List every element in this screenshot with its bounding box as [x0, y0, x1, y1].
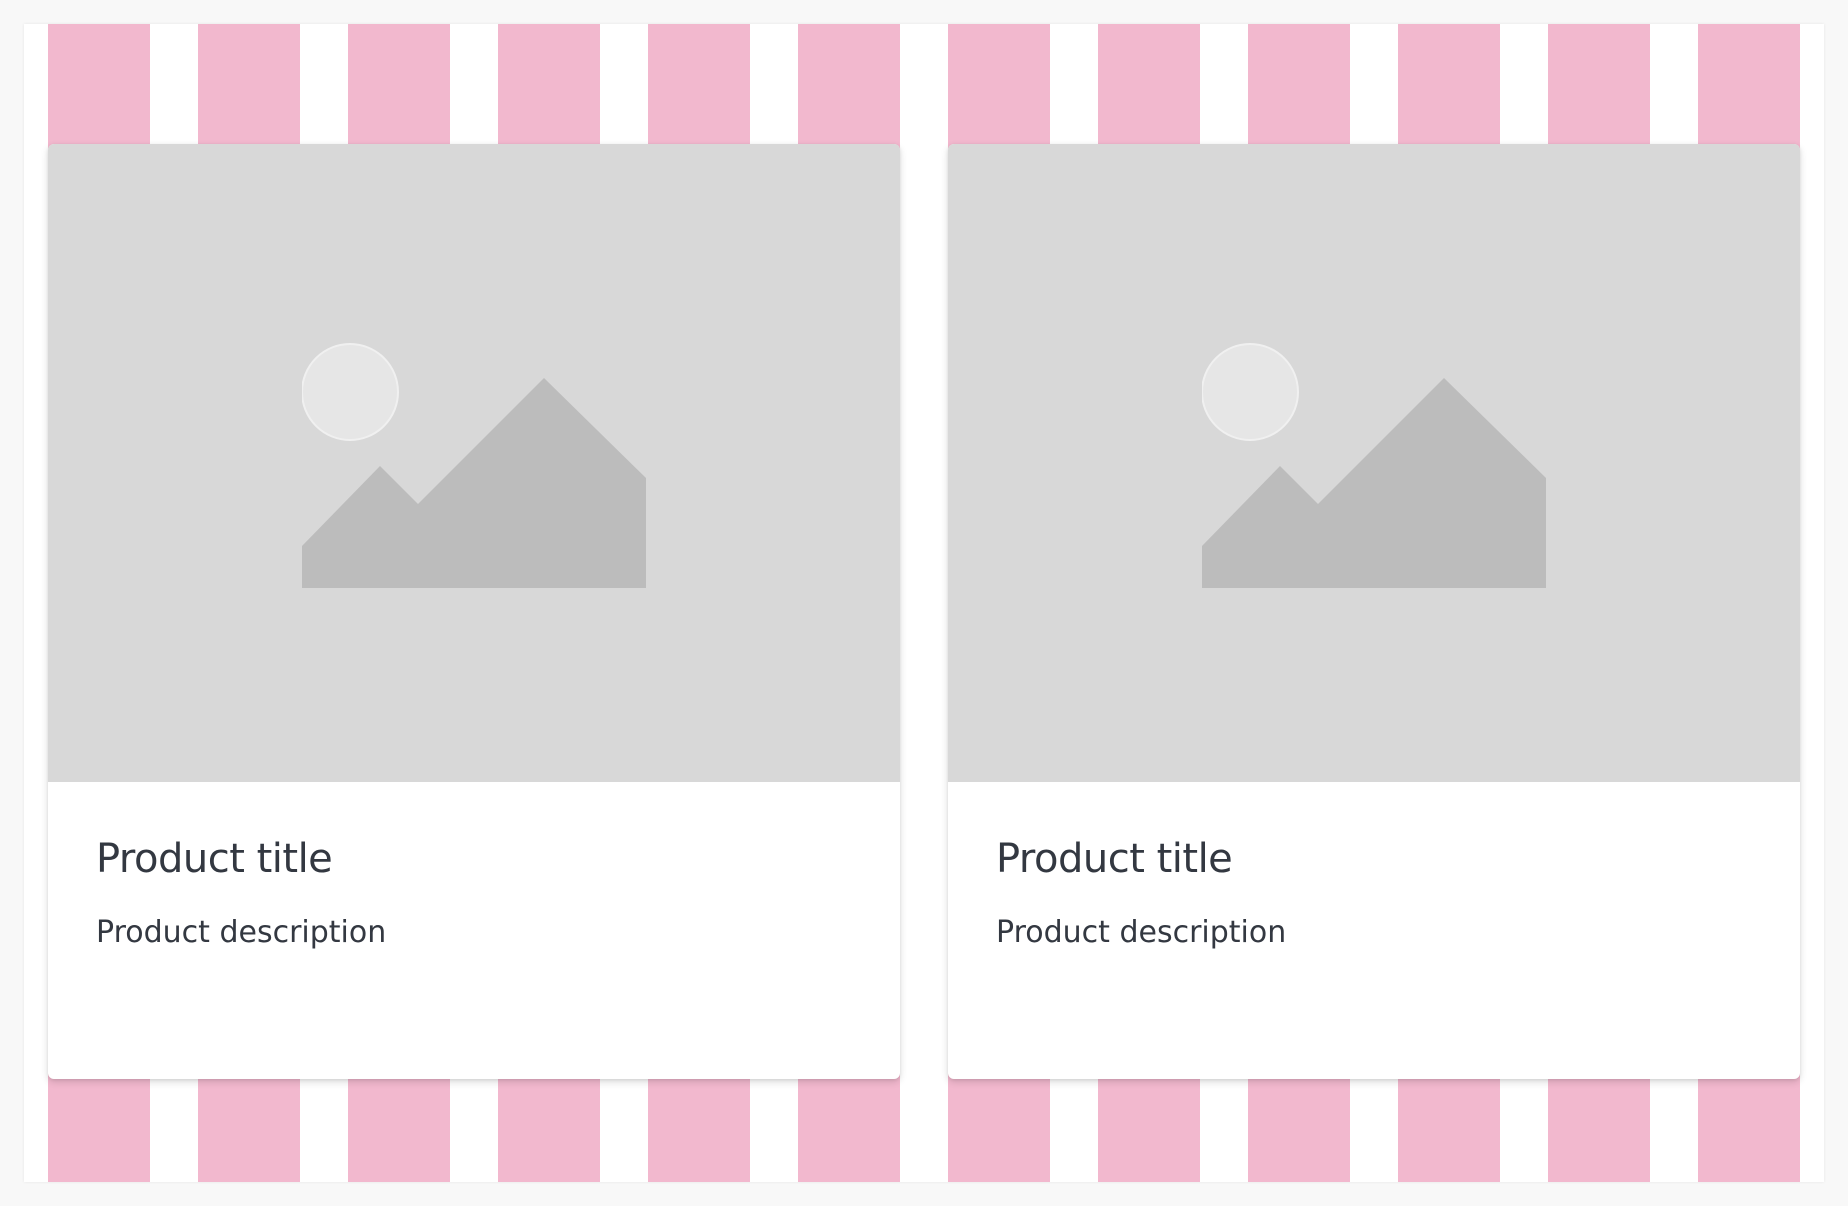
product-card-body: Product title Product description [948, 782, 1800, 1079]
product-description: Product description [996, 915, 1287, 950]
layout-preview-frame: Product title Product description Produc… [24, 24, 1824, 1182]
product-card-body: Product title Product description [48, 782, 900, 1079]
product-card[interactable]: Product title Product description [948, 144, 1800, 1079]
grid-gutter [900, 24, 948, 1182]
product-card[interactable]: Product title Product description [48, 144, 900, 1079]
product-title: Product title [996, 836, 1233, 882]
product-image [948, 144, 1800, 782]
product-image [48, 144, 900, 782]
product-description: Product description [96, 915, 387, 950]
image-placeholder-icon [302, 343, 646, 588]
image-placeholder-icon [1202, 343, 1546, 588]
product-title: Product title [96, 836, 333, 882]
